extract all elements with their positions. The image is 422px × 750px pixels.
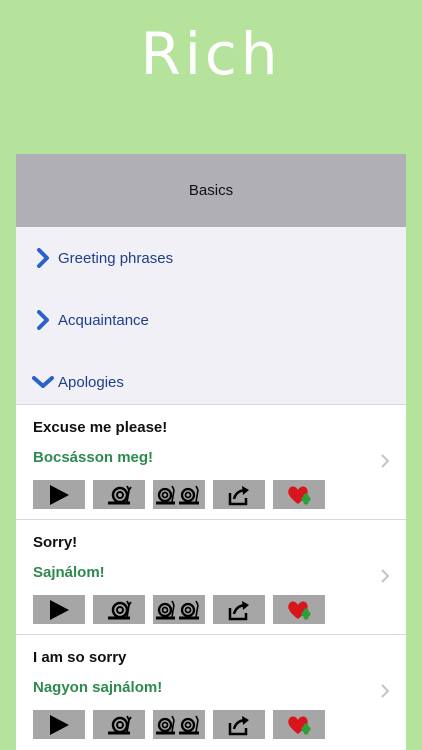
phrase-row[interactable]: Excuse me please! Bocsásson meg! [16,404,406,519]
chevron-right-icon[interactable] [380,568,390,584]
two-snails-icon [156,600,199,619]
phrase-row[interactable]: Sorry! Sajnálom! [16,519,406,634]
category-greeting-phrases[interactable]: Greeting phrases [16,227,406,289]
category-label: Apologies [58,373,124,391]
share-button[interactable] [213,480,265,509]
heart-clover-icon [288,600,311,620]
favorite-button[interactable] [273,595,325,624]
play-slow-button[interactable] [93,710,145,739]
two-snails-icon [156,715,199,734]
action-buttons [33,480,333,509]
chevron-down-icon [32,371,54,393]
phrase-row[interactable]: I am so sorry Nagyon sajnálom! [16,634,406,749]
favorite-button[interactable] [273,710,325,739]
app-title: Rich [140,20,282,88]
phrasebook-panel: Basics Greeting phrases Acquaintance Apo… [16,154,406,750]
chevron-right-icon[interactable] [380,683,390,699]
category-label: Greeting phrases [58,249,174,267]
section-header: Basics [16,154,406,227]
play-slow-button[interactable] [93,595,145,624]
play-button[interactable] [33,595,85,624]
phrase-translation: Sajnálom! [33,564,105,581]
chevron-right-icon[interactable] [380,453,390,469]
chevron-right-icon [32,309,54,331]
play-slower-button[interactable] [153,480,205,509]
action-buttons [33,595,333,624]
two-snails-icon [156,485,199,504]
snail-icon [108,600,132,619]
phrase-english: Sorry! [33,534,78,551]
snail-icon [108,485,132,504]
phrase-translation: Bocsásson meg! [33,449,154,466]
play-slower-button[interactable] [153,595,205,624]
play-icon [50,484,69,505]
heart-clover-icon [288,485,311,505]
phrase-translation: Nagyon sajnálom! [33,679,163,696]
phrase-english: I am so sorry [33,649,127,666]
share-icon [228,600,249,620]
heart-clover-icon [288,715,311,735]
share-button[interactable] [213,710,265,739]
play-slower-button[interactable] [153,710,205,739]
play-slow-button[interactable] [93,480,145,509]
category-label: Acquaintance [58,311,149,329]
chevron-right-icon [32,247,54,269]
play-icon [50,714,69,735]
phrase-english: Excuse me please! [33,419,168,436]
play-button[interactable] [33,480,85,509]
play-icon [50,599,69,620]
share-icon [228,715,249,735]
share-button[interactable] [213,595,265,624]
favorite-button[interactable] [273,480,325,509]
share-icon [228,485,249,505]
section-title: Basics [188,182,234,199]
play-button[interactable] [33,710,85,739]
snail-icon [108,715,132,734]
category-acquaintance[interactable]: Acquaintance [16,289,406,351]
category-list: Greeting phrases Acquaintance Apologies [16,227,406,404]
action-buttons [33,710,333,739]
